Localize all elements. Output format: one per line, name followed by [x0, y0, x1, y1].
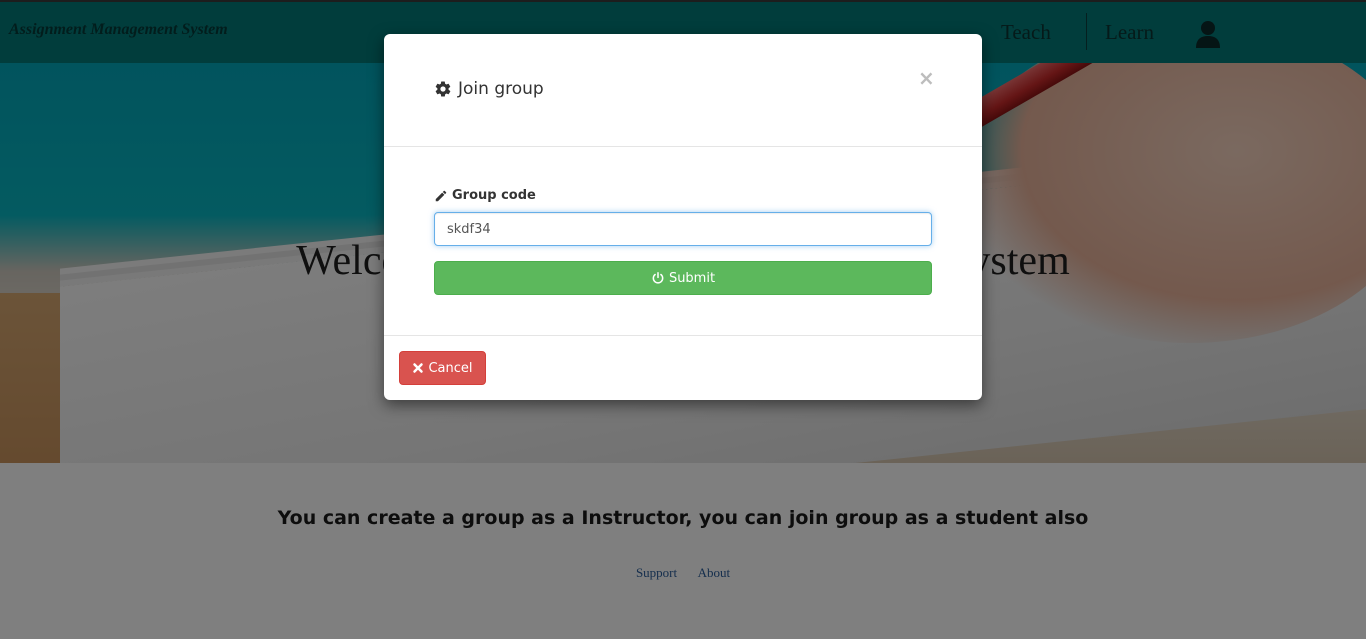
group-code-label: Group code [434, 188, 536, 203]
modal-header: Join group × [384, 34, 982, 147]
group-code-label-text: Group code [452, 188, 536, 203]
submit-button-label: Submit [668, 270, 716, 286]
gear-icon [435, 81, 451, 97]
cancel-button-label: Cancel [428, 360, 473, 376]
modal-title: Join group [434, 79, 544, 99]
pencil-icon [435, 190, 447, 201]
modal-body: Group code Submit [384, 147, 982, 336]
submit-button[interactable]: Submit [434, 261, 932, 295]
power-icon [652, 271, 664, 284]
close-button[interactable]: × [918, 66, 935, 90]
group-code-input[interactable] [434, 212, 932, 246]
modal-title-text: Join group [458, 79, 544, 99]
times-icon [413, 363, 424, 373]
cancel-button[interactable]: Cancel [399, 351, 486, 385]
join-group-modal: Join group × Group code Submit Cancel [384, 34, 982, 400]
